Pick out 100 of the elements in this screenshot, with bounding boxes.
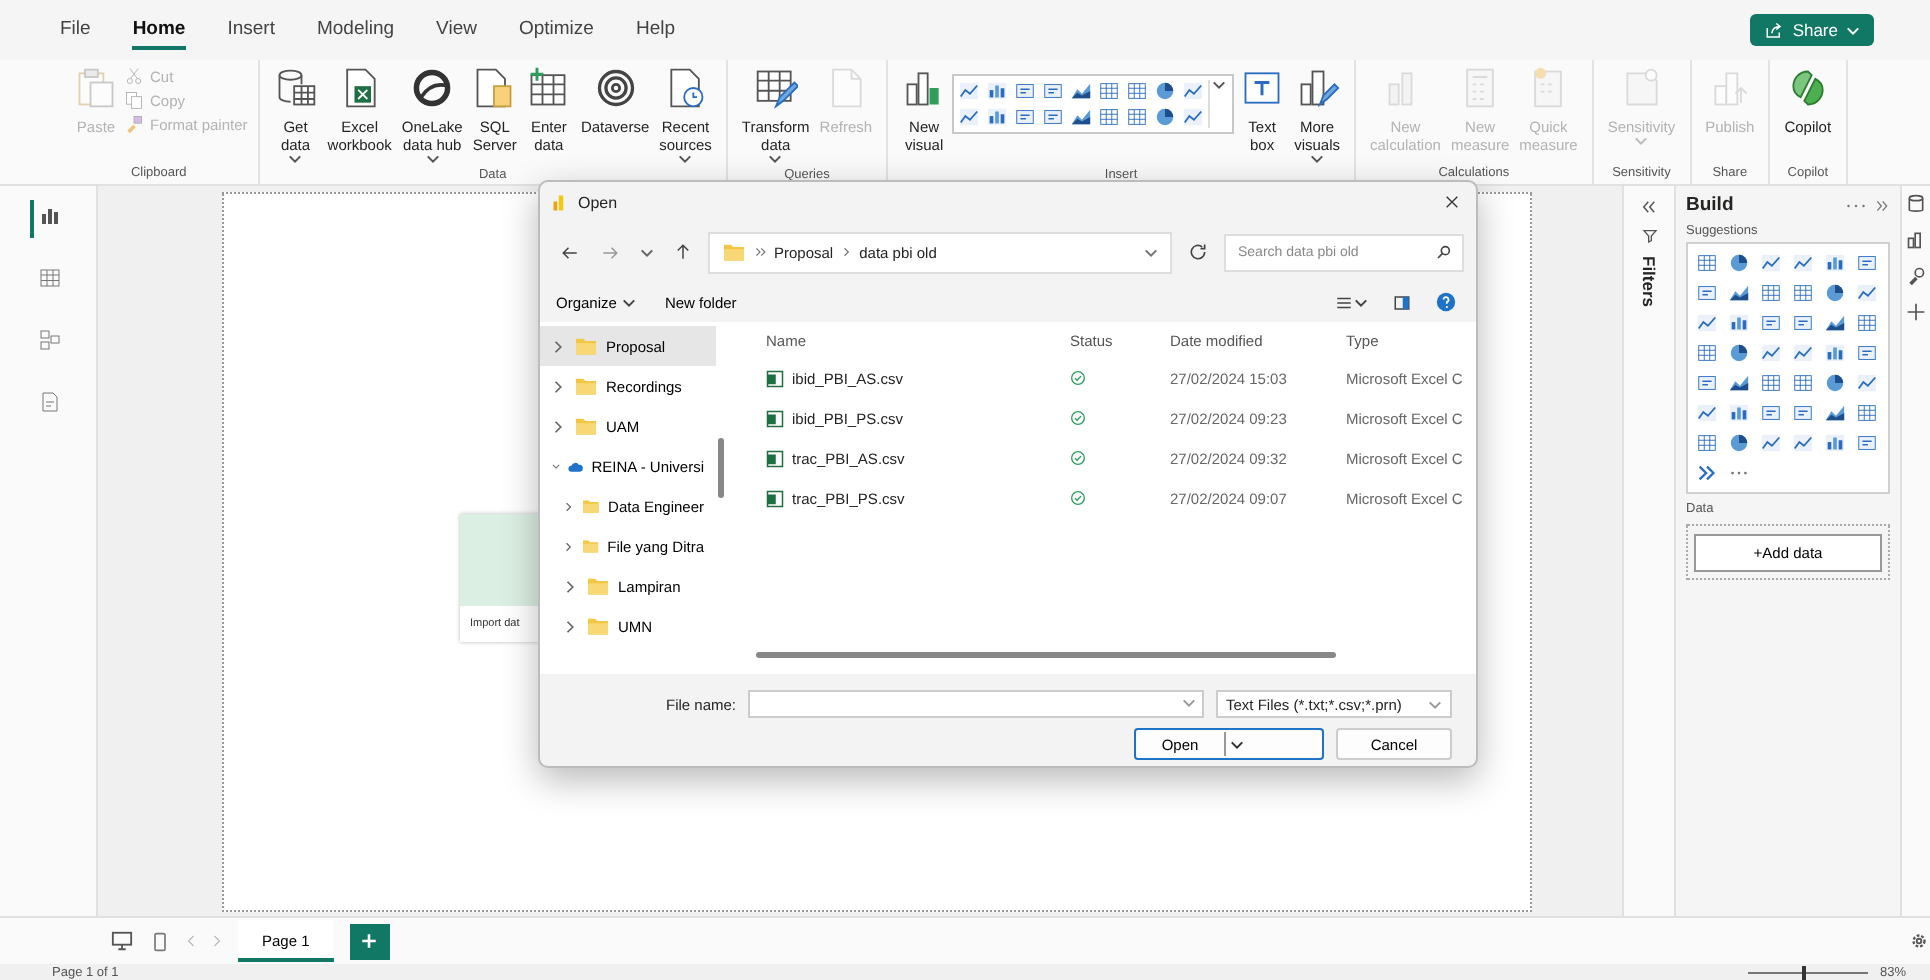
recent-button[interactable] xyxy=(636,247,658,257)
line-chart-icon xyxy=(1696,312,1718,334)
folder-icon xyxy=(582,496,601,516)
check-circle-icon xyxy=(1070,410,1086,426)
menu-tab[interactable]: File xyxy=(60,10,91,50)
collapse-icon xyxy=(1640,198,1658,216)
line-chart-icon xyxy=(1760,342,1782,364)
caret-icon xyxy=(768,154,783,164)
area-chart-icon xyxy=(1728,282,1750,304)
share-button[interactable]: Share xyxy=(1750,14,1874,46)
chevron-down-icon xyxy=(552,459,561,473)
folder-icon xyxy=(586,576,610,596)
csv-file-icon xyxy=(766,369,784,387)
refresh-icon xyxy=(1188,242,1208,262)
table-icon xyxy=(1098,80,1121,102)
chevron-right-icon xyxy=(552,379,566,393)
line-chart-icon xyxy=(1792,252,1814,274)
table-edit-icon xyxy=(753,66,798,110)
pie-chart-icon xyxy=(1154,106,1177,128)
pie-chart-icon xyxy=(1154,80,1177,102)
forward-arrow-icon xyxy=(600,243,620,261)
bar-chart-icon xyxy=(1824,342,1846,364)
line-chart-icon xyxy=(1760,432,1782,454)
bar-chart-icon xyxy=(986,106,1009,128)
bar-chart-icon xyxy=(1906,230,1926,250)
bar-chart-icon xyxy=(1824,252,1846,274)
phone-icon xyxy=(150,929,170,953)
caret-icon xyxy=(425,154,440,164)
help-icon xyxy=(1436,292,1456,312)
previous-icon xyxy=(186,934,196,948)
filters-label[interactable]: Filters xyxy=(1639,256,1659,308)
search-icon xyxy=(1436,243,1452,259)
menu-tab[interactable]: Insert xyxy=(227,10,275,50)
close-icon xyxy=(1444,194,1460,210)
folder-icon xyxy=(574,376,598,396)
file-name-field[interactable] xyxy=(748,690,1204,718)
table-icon xyxy=(1792,282,1814,304)
caret-icon xyxy=(1310,154,1325,164)
line-chart-icon xyxy=(1792,432,1814,454)
check-circle-icon xyxy=(1070,370,1086,386)
table-icon xyxy=(1792,372,1814,394)
copy-icon xyxy=(124,90,144,110)
line-chart-icon xyxy=(958,106,981,128)
card-icon xyxy=(1792,402,1814,424)
chevron-right-icon xyxy=(564,499,575,513)
card-icon xyxy=(1014,106,1037,128)
chevron-right-icon xyxy=(564,579,578,593)
line-chart-icon xyxy=(1856,282,1878,304)
menu-tab[interactable]: Home xyxy=(132,10,186,50)
menu-tab[interactable]: Optimize xyxy=(518,10,594,50)
pane-title: Build xyxy=(1686,194,1736,216)
database-icon xyxy=(273,66,318,110)
bar-chart-icon xyxy=(1824,432,1846,454)
caret-icon xyxy=(1428,699,1442,709)
menu-tab[interactable]: Help xyxy=(635,10,675,50)
next-icon xyxy=(212,934,222,948)
menu-tab[interactable]: Modeling xyxy=(316,10,395,50)
table-icon xyxy=(38,266,62,290)
caret-icon xyxy=(1230,739,1244,749)
caret-icon xyxy=(1634,136,1649,146)
help-button[interactable] xyxy=(1432,292,1460,312)
more-icon xyxy=(1846,199,1866,211)
chevron-icon xyxy=(754,246,766,258)
plus-icon xyxy=(360,932,379,950)
csv-file-icon xyxy=(766,409,784,427)
folder-icon xyxy=(722,242,746,262)
add-page-button[interactable] xyxy=(349,923,390,959)
gear-icon xyxy=(1908,930,1930,952)
line-chart-icon xyxy=(1792,342,1814,364)
caret-icon xyxy=(1354,297,1368,307)
area-chart-icon xyxy=(1070,106,1093,128)
area-chart-icon xyxy=(1728,372,1750,394)
table-icon xyxy=(1696,252,1718,274)
csv-file-icon xyxy=(766,489,784,507)
caret-icon xyxy=(288,154,303,164)
line-chart-icon xyxy=(1182,106,1205,128)
pie-chart-icon xyxy=(1824,372,1846,394)
clipboard-icon xyxy=(74,66,118,110)
chevron-icon xyxy=(1696,462,1718,484)
folder-icon xyxy=(574,416,598,436)
card-icon xyxy=(1042,80,1065,102)
bar-chart-icon xyxy=(986,80,1009,102)
line-chart-icon xyxy=(958,80,981,102)
chevron-right-icon xyxy=(564,619,578,633)
chevron-right-icon xyxy=(841,246,852,258)
menu-tab[interactable]: View xyxy=(436,10,477,50)
line-chart-icon xyxy=(1856,372,1878,394)
chevron-right-icon xyxy=(564,539,575,553)
area-chart-icon xyxy=(1070,80,1093,102)
card-icon xyxy=(1042,106,1065,128)
ring-icon xyxy=(410,66,455,110)
up-arrow-icon xyxy=(674,242,692,262)
card-icon xyxy=(1696,372,1718,394)
line-chart-icon xyxy=(1760,252,1782,274)
scissors-icon xyxy=(124,66,144,86)
card-icon xyxy=(1856,252,1878,274)
caret-icon xyxy=(1144,247,1158,257)
caret-icon xyxy=(622,297,637,307)
caret-icon xyxy=(678,154,693,164)
desktop-icon xyxy=(110,930,134,952)
